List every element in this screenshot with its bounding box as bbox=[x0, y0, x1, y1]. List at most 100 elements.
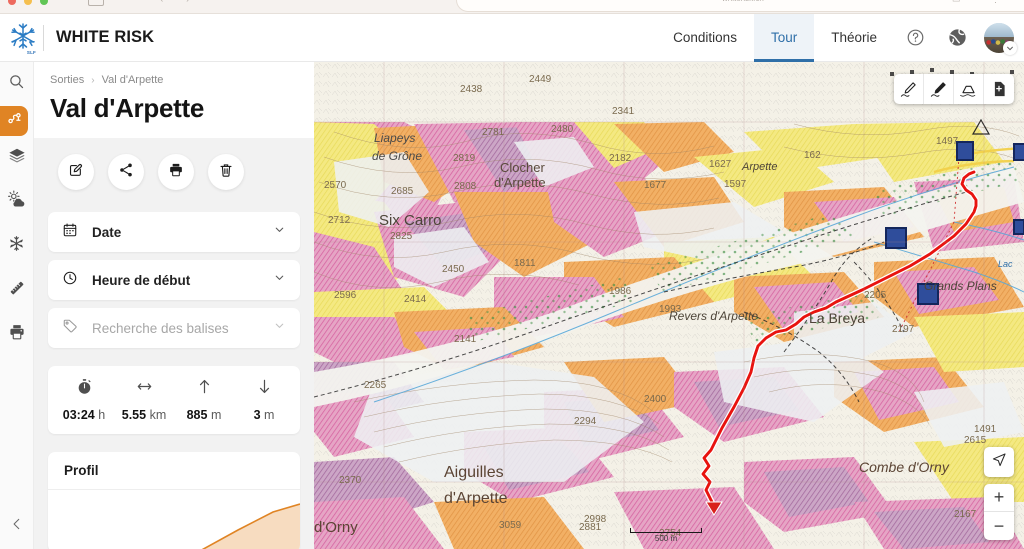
map-view[interactable]: 2438244924802341278128192808257026852712… bbox=[314, 62, 1024, 549]
map-place-label: Liapeys bbox=[374, 131, 415, 145]
edit-button[interactable] bbox=[58, 154, 94, 190]
zoom-in-button[interactable]: + bbox=[984, 484, 1014, 512]
polygon-icon[interactable] bbox=[954, 74, 984, 104]
file-import-icon[interactable] bbox=[984, 74, 1014, 104]
map-place-label: de Grône bbox=[372, 149, 422, 163]
chevron-down-icon[interactable] bbox=[1003, 41, 1017, 55]
rail-item-weather[interactable] bbox=[0, 180, 34, 224]
layers-icon bbox=[8, 147, 26, 170]
stat-distance: 5.55 km bbox=[114, 378, 174, 422]
rail-item-tours[interactable] bbox=[0, 106, 28, 136]
tag-icon bbox=[62, 318, 78, 339]
breadcrumb-parent[interactable]: Sorties bbox=[50, 74, 84, 86]
map-elevation-label: 2205 bbox=[864, 290, 887, 301]
distance-icon bbox=[136, 378, 153, 400]
map-elevation-label: 1627 bbox=[709, 159, 732, 170]
header-nav: Conditions Tour Théorie bbox=[656, 14, 1024, 62]
sidebar-toggle-icon[interactable] bbox=[88, 0, 104, 6]
map-canvas[interactable]: 2438244924802341278128192808257026852712… bbox=[314, 62, 1024, 549]
elevation-profile-card: Profil bbox=[48, 452, 300, 549]
snowflake-icon bbox=[8, 235, 25, 257]
map-elevation-label: 2341 bbox=[612, 106, 635, 117]
nav-item-conditions[interactable]: Conditions bbox=[656, 14, 754, 62]
map-zoom-controls: + − bbox=[984, 484, 1014, 540]
panel-header: Sorties › Val d'Arpette Val d'Arpette bbox=[34, 62, 314, 138]
map-draw-toolbar bbox=[894, 74, 1014, 104]
app-root: ‹ › whiterisk.ch ▭ ⋮ bbox=[0, 0, 1024, 549]
map-elevation-label: 162 bbox=[804, 150, 821, 161]
share-button[interactable] bbox=[108, 154, 144, 190]
delete-button[interactable] bbox=[208, 154, 244, 190]
map-elevation-label: 2596 bbox=[334, 290, 357, 301]
map-elevation-label: 2615 bbox=[964, 435, 987, 446]
scale-bar-line bbox=[630, 528, 702, 533]
map-elevation-label: 2400 bbox=[644, 394, 667, 405]
app-header: SLF WHITE RISK Conditions Tour Théorie bbox=[0, 14, 1024, 62]
left-icon-rail bbox=[0, 62, 34, 549]
rail-item-layers[interactable] bbox=[0, 136, 34, 180]
breadcrumb-separator: › bbox=[91, 75, 94, 86]
map-elevation-label: 2570 bbox=[324, 180, 347, 191]
map-elevation-label: 1677 bbox=[644, 180, 667, 191]
globe-icon[interactable] bbox=[943, 24, 971, 52]
map-elevation-label: 2167 bbox=[954, 509, 977, 520]
map-elevation-label: 2819 bbox=[453, 153, 476, 164]
nav-item-tour[interactable]: Tour bbox=[754, 14, 814, 62]
print-button[interactable] bbox=[158, 154, 194, 190]
map-place-label: Six Carro bbox=[379, 212, 442, 229]
zoom-out-button[interactable]: − bbox=[984, 512, 1014, 540]
locate-me-button[interactable] bbox=[984, 447, 1014, 477]
stat-ascent: 885 m bbox=[174, 378, 234, 422]
map-elevation-label: 2182 bbox=[609, 153, 632, 164]
chevron-down-icon bbox=[273, 223, 286, 241]
rail-item-snow[interactable] bbox=[0, 224, 34, 268]
browser-url-text: whiterisk.ch bbox=[722, 0, 764, 3]
pencil-line-icon[interactable] bbox=[894, 74, 924, 104]
map-elevation-label: 1986 bbox=[609, 286, 632, 297]
elevation-profile-chart[interactable] bbox=[48, 490, 300, 549]
start-time-select-label: Heure de début bbox=[92, 273, 259, 288]
map-scale-bar: 500 m bbox=[630, 528, 702, 543]
browser-nav-arrows[interactable]: ‹ › bbox=[160, 0, 199, 5]
start-time-select-card: Heure de début bbox=[48, 260, 300, 300]
map-elevation-label: 2414 bbox=[404, 294, 427, 305]
start-time-select[interactable]: Heure de début bbox=[48, 260, 300, 300]
share-icon bbox=[118, 162, 134, 183]
map-place-label: d'Arpette bbox=[494, 175, 546, 190]
map-elevation-label: 2480 bbox=[551, 124, 574, 135]
map-place-label: Arpette bbox=[741, 161, 777, 173]
printer-icon bbox=[8, 323, 26, 346]
brand-divider bbox=[43, 25, 44, 51]
rail-item-search[interactable] bbox=[0, 62, 34, 106]
close-window-button[interactable] bbox=[8, 0, 16, 5]
beacon-search-label: Recherche des balises bbox=[92, 321, 259, 336]
map-elevation-label: 2712 bbox=[328, 215, 351, 226]
search-icon bbox=[8, 73, 25, 95]
map-place-label: La Breya bbox=[809, 310, 865, 326]
rail-item-print[interactable] bbox=[0, 312, 34, 356]
rail-collapse-button[interactable] bbox=[0, 503, 34, 549]
maximize-window-button[interactable] bbox=[40, 0, 48, 5]
window-traffic-lights[interactable] bbox=[8, 0, 48, 5]
help-circle-icon[interactable] bbox=[901, 24, 929, 52]
stat-descent-value: 3 m bbox=[254, 408, 275, 422]
beacon-search-select[interactable]: Recherche des balises bbox=[48, 308, 300, 348]
stopwatch-icon bbox=[76, 378, 93, 400]
map-place-label: Grands Plans bbox=[924, 279, 997, 293]
date-select[interactable]: Date bbox=[48, 212, 300, 252]
stat-duration-value: 03:24 h bbox=[63, 408, 105, 422]
breadcrumb-current[interactable]: Val d'Arpette bbox=[102, 74, 164, 86]
map-elevation-label: 1491 bbox=[974, 424, 997, 435]
tour-stats: 03:24 h 5.55 km 885 m bbox=[48, 366, 300, 434]
nav-item-theorie[interactable]: Théorie bbox=[814, 14, 894, 62]
marker-pen-icon[interactable] bbox=[924, 74, 954, 104]
minimize-window-button[interactable] bbox=[24, 0, 32, 5]
rail-item-measure[interactable] bbox=[0, 268, 34, 312]
user-avatar[interactable] bbox=[984, 23, 1014, 53]
map-place-label: Lac bbox=[998, 259, 1013, 269]
map-elevation-label: 2450 bbox=[442, 264, 465, 275]
browser-toolbar-icons[interactable]: ▭ ⋮ bbox=[952, 0, 1014, 5]
brand-title: WHITE RISK bbox=[56, 28, 154, 47]
stat-distance-value: 5.55 km bbox=[122, 408, 167, 422]
brand[interactable]: SLF WHITE RISK bbox=[0, 14, 154, 62]
